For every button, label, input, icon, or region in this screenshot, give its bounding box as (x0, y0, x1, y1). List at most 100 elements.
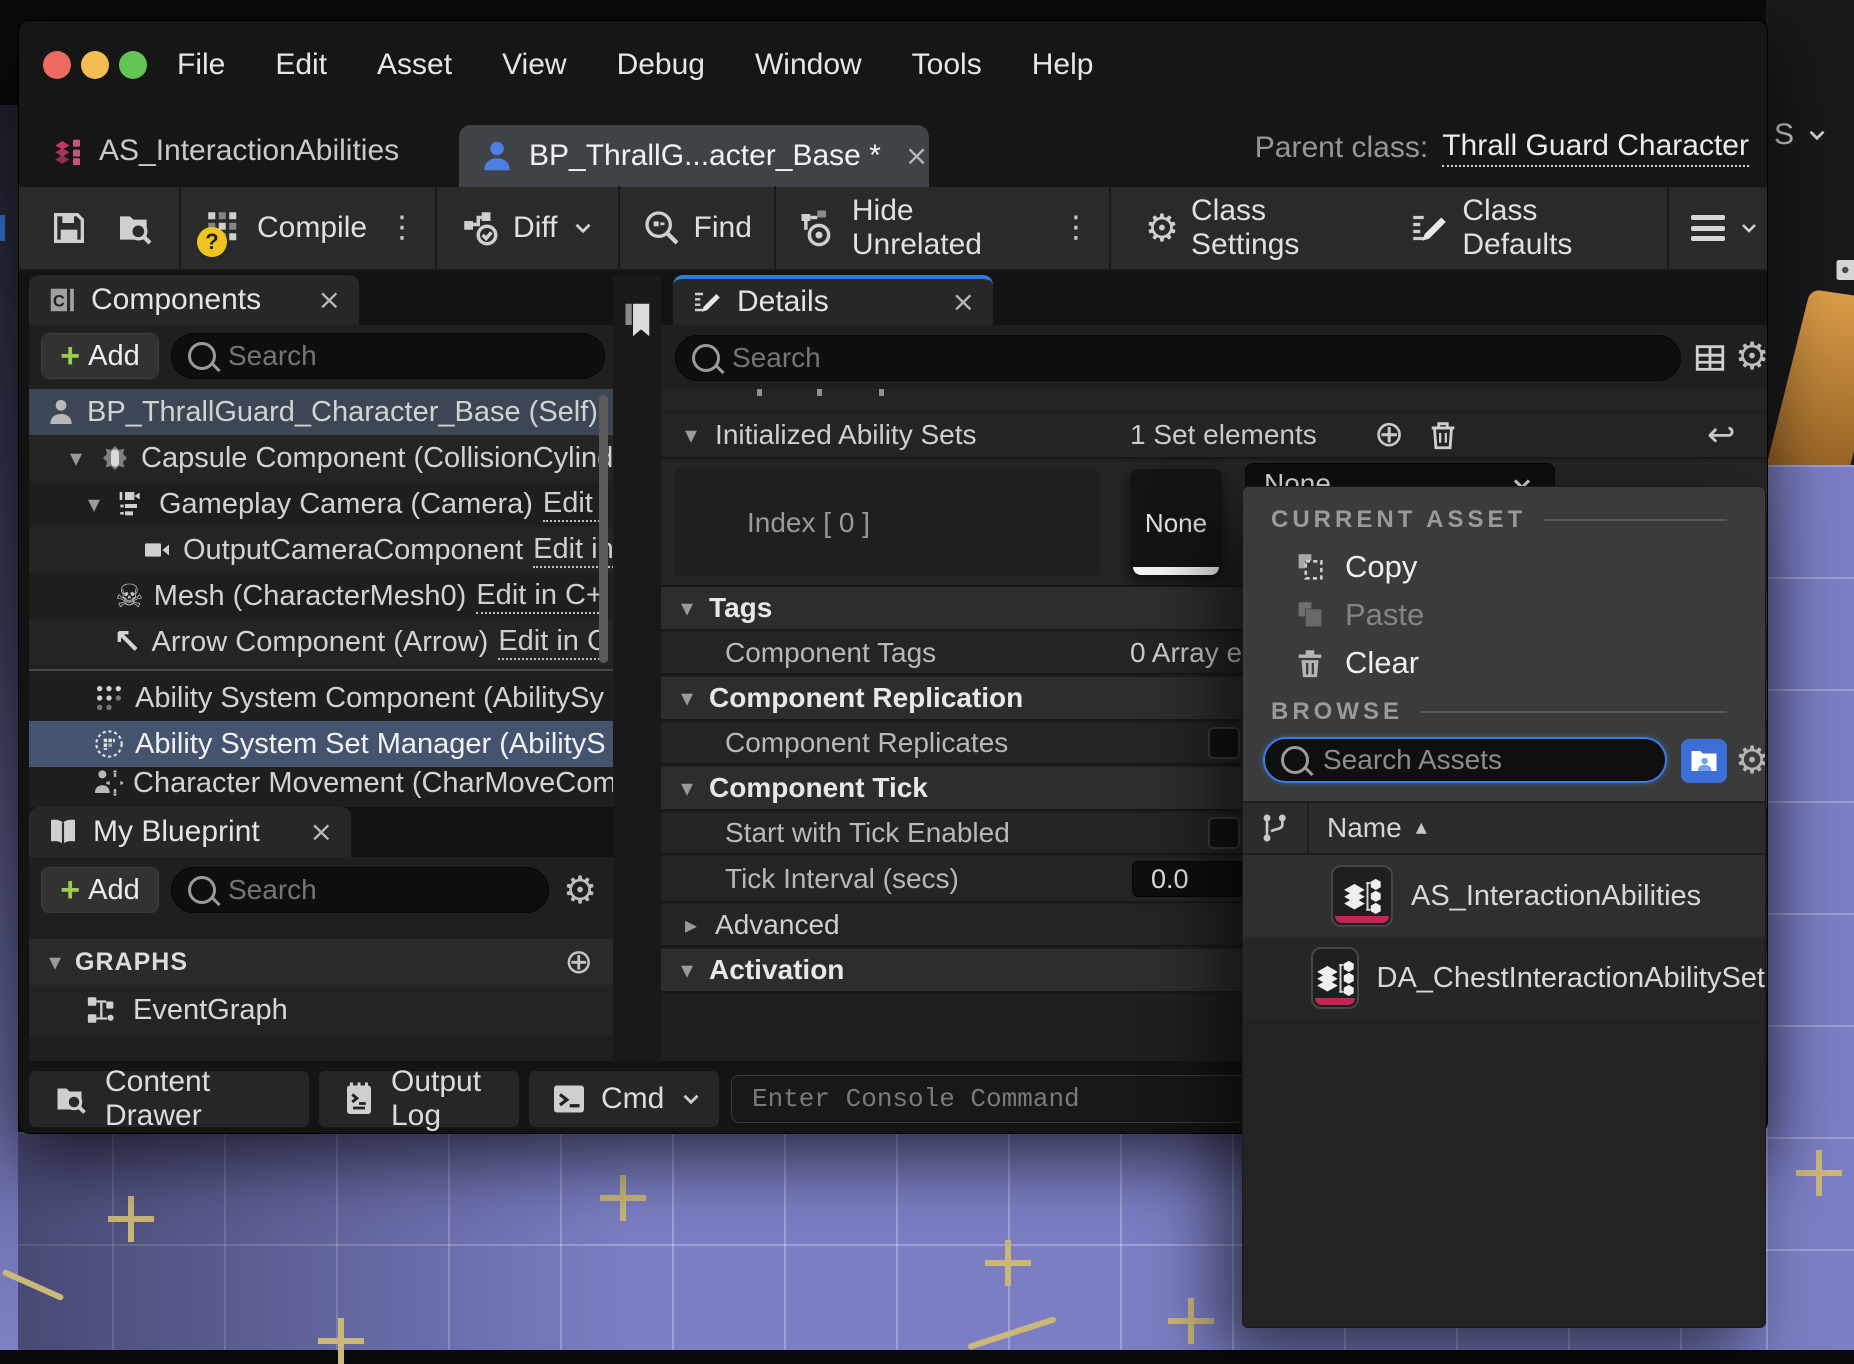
tab-label: BP_ThrallG...acter_Base * (529, 139, 881, 173)
tree-row-ability-system[interactable]: Ability System Component (AbilitySy (29, 675, 613, 721)
menu-edit[interactable]: Edit (275, 48, 327, 82)
hide-unrelated-options-icon[interactable]: ⋮ (1061, 213, 1091, 243)
compile-button[interactable]: ? Compile (203, 207, 367, 249)
panel-close-icon[interactable]: × (318, 286, 341, 314)
menu-window[interactable]: Window (755, 48, 862, 82)
component-replicates-checkbox[interactable] (1208, 727, 1240, 759)
edit-in-cpp-link[interactable]: Edit in C+ (476, 579, 603, 614)
asset-list-header[interactable]: Name ▴ (1243, 801, 1765, 855)
menu-asset[interactable]: Asset (377, 48, 452, 82)
tree-row-capsule[interactable]: ▾ Capsule Component (CollisionCylinde (29, 435, 613, 481)
tree-row-character-movement[interactable]: Character Movement (CharMoveCom (29, 767, 613, 801)
add-graph-icon[interactable]: ⊕ (565, 945, 594, 979)
tree-row-arrow[interactable]: ↖ Arrow Component (Arrow) Edit in C (29, 619, 613, 665)
details-settings-gear-icon[interactable]: ⚙ (1735, 337, 1767, 375)
expander-icon[interactable]: ▾ (63, 446, 89, 470)
menu-view[interactable]: View (502, 48, 566, 82)
blueprint-settings-gear-icon[interactable]: ⚙ (563, 871, 597, 909)
components-scrollbar[interactable] (599, 395, 608, 663)
triangle-down-icon: ▾ (681, 776, 693, 800)
add-element-icon[interactable]: ⊕ (1374, 417, 1404, 453)
tab-details-panel[interactable]: Details × (673, 275, 993, 325)
add-component-button[interactable]: * + Add (41, 333, 159, 379)
tree-row-gameplay-camera[interactable]: ▾ Gameplay Camera (Camera) Edit i (29, 481, 613, 527)
picker-settings-gear-icon[interactable]: ⚙ (1735, 741, 1766, 779)
paste-menu-item[interactable]: Paste (1243, 591, 1765, 639)
find-in-content-browser-button[interactable] (113, 208, 157, 248)
edit-in-cpp-link[interactable]: Edit in C (498, 625, 608, 660)
hierarchy-icon[interactable] (1259, 812, 1291, 844)
menu-file[interactable]: File (177, 48, 225, 82)
graphs-section-header[interactable]: ▾ GRAPHS ⊕ (29, 939, 613, 985)
clear-menu-item[interactable]: Clear (1243, 639, 1765, 687)
find-button[interactable]: Find (642, 208, 752, 248)
compile-status-badge: ? (197, 227, 227, 257)
details-search[interactable] (675, 335, 1681, 381)
start-tick-checkbox[interactable] (1208, 817, 1240, 849)
tab-my-blueprint-panel[interactable]: My Blueprint × (29, 807, 351, 857)
tab-components-panel[interactable]: C Components × (29, 275, 359, 325)
save-button[interactable] (49, 208, 89, 248)
sort-ascending-icon[interactable]: ▴ (1416, 817, 1427, 839)
asset-search-input[interactable] (1321, 743, 1649, 777)
asset-name: DA_ChestInteractionAbilitySet (1377, 962, 1765, 995)
reset-to-default-icon[interactable]: ↩ (1707, 418, 1736, 452)
event-graph-row[interactable]: EventGraph (29, 985, 613, 1035)
tick-interval-input[interactable]: 0.0 (1132, 861, 1244, 897)
macos-minimize-button[interactable] (81, 51, 109, 79)
content-drawer-button[interactable]: Content Drawer (29, 1071, 309, 1127)
console-command-field[interactable] (731, 1075, 1276, 1123)
my-blueprint-search[interactable] (171, 867, 549, 913)
menu-tools[interactable]: Tools (912, 48, 982, 82)
initialized-ability-sets-row[interactable]: ▾ Initialized Ability Sets 1 Set element… (661, 413, 1767, 459)
console-command-input[interactable] (750, 1083, 1257, 1115)
tree-row-ability-set-manager[interactable]: Ability System Set Manager (AbilityS (29, 721, 613, 767)
tree-row-mesh[interactable]: ☠ Mesh (CharacterMesh0) Edit in C+ (29, 573, 613, 619)
components-search[interactable] (171, 333, 605, 379)
asset-search[interactable] (1263, 737, 1667, 783)
asset-thumbnail[interactable]: None (1130, 469, 1222, 577)
macos-close-button[interactable] (43, 51, 71, 79)
content-drawer-icon (51, 1081, 91, 1117)
name-column-label[interactable]: Name (1327, 812, 1402, 844)
asset-row-da-chestinteractionabilityset[interactable]: DA_ChestInteractionAbilitySet (1243, 937, 1765, 1019)
clipped-toolbar-button[interactable]: S (1774, 118, 1830, 152)
triangle-down-icon: ▾ (681, 958, 693, 982)
my-blueprint-search-input[interactable] (226, 873, 532, 907)
content-browser-button[interactable] (1681, 739, 1727, 783)
macos-zoom-button[interactable] (119, 51, 147, 79)
triangle-down-icon[interactable]: ▾ (685, 423, 697, 447)
tab-close-icon[interactable]: × (905, 142, 928, 170)
output-log-button[interactable]: Output Log (319, 1071, 519, 1127)
cmd-button[interactable]: Cmd (529, 1071, 719, 1127)
viewport-cross-marker (985, 1240, 1031, 1286)
selection-highlight-sliver (0, 215, 5, 241)
menu-debug[interactable]: Debug (617, 48, 705, 82)
details-search-input[interactable] (730, 341, 1664, 375)
copy-menu-item[interactable]: Copy (1243, 543, 1765, 591)
toolbar-overflow-menu[interactable] (1691, 215, 1761, 241)
tab-as-interactionabilities[interactable]: AS_InteractionAbilities (39, 123, 411, 179)
tree-row-output-camera[interactable]: OutputCameraComponent Edit in (29, 527, 613, 573)
parent-class-link[interactable]: Thrall Guard Character (1442, 129, 1749, 167)
hide-unrelated-button[interactable]: Hide Unrelated (798, 194, 1041, 262)
tab-bp-thrallguard-character-base[interactable]: BP_ThrallG...acter_Base * × (459, 125, 929, 187)
class-settings-button[interactable]: ⚙ Class Settings (1145, 194, 1372, 262)
asset-row-as-interactionabilities[interactable]: AS_InteractionAbilities (1243, 855, 1765, 937)
triangle-right-icon[interactable]: ▸ (685, 913, 697, 937)
display-filter-icon[interactable] (1693, 341, 1727, 375)
bookmark-icon[interactable] (623, 301, 653, 339)
compile-options-icon[interactable]: ⋮ (387, 213, 417, 243)
class-defaults-button[interactable]: Class Defaults (1408, 194, 1645, 262)
menu-help[interactable]: Help (1032, 48, 1094, 82)
expander-icon[interactable]: ▾ (81, 492, 107, 516)
viewport-panel-icon[interactable] (1834, 255, 1854, 285)
edit-in-cpp-link[interactable]: Edit i (543, 487, 607, 522)
panel-close-icon[interactable]: × (310, 818, 333, 846)
diff-button[interactable]: Diff (459, 207, 595, 249)
delete-elements-icon[interactable] (1426, 418, 1460, 452)
add-blueprint-item-button[interactable]: + Add (41, 867, 159, 913)
panel-close-icon[interactable]: × (952, 288, 975, 316)
components-search-input[interactable] (226, 339, 588, 373)
tree-row-self[interactable]: BP_ThrallGuard_Character_Base (Self) (29, 389, 613, 435)
